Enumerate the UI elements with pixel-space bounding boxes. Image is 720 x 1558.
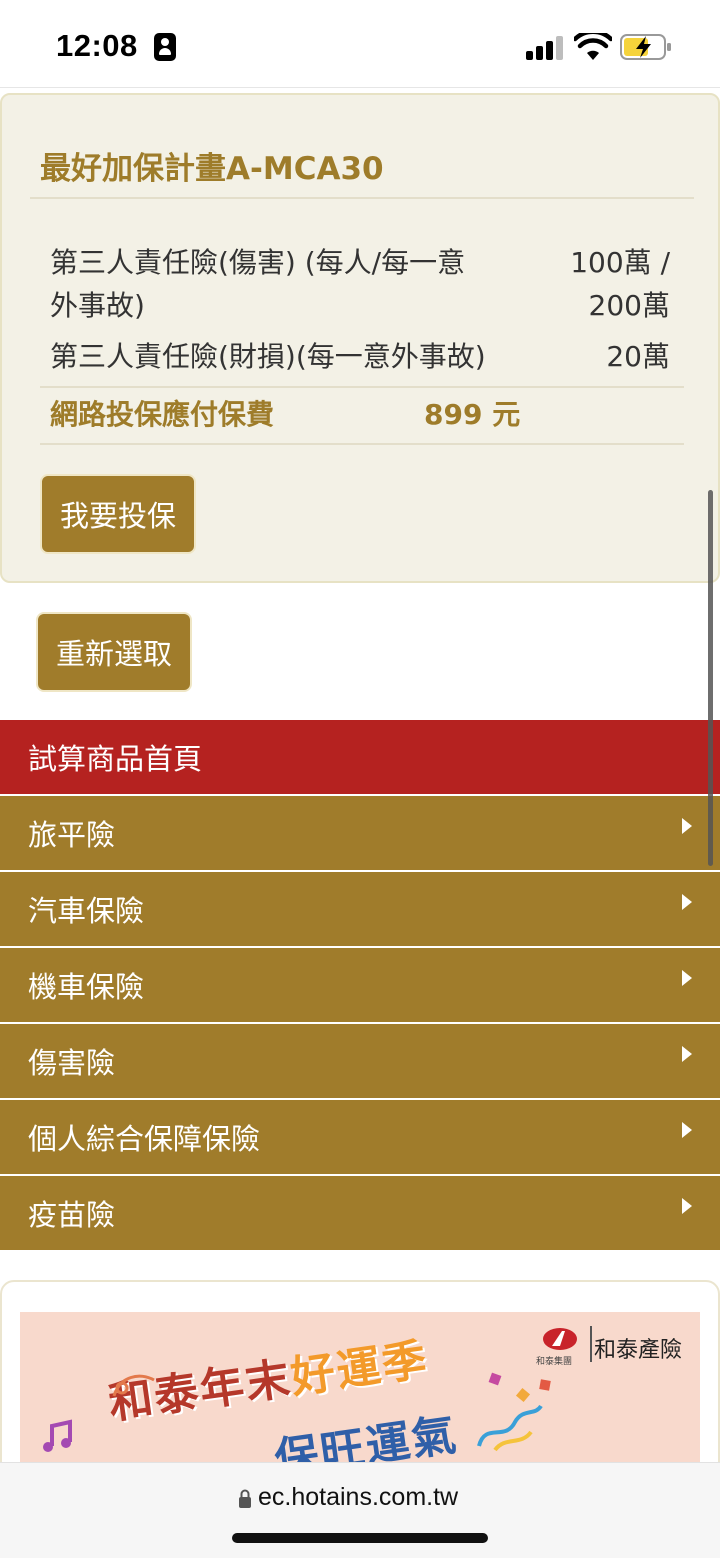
nav-item-label: 試算商品首頁 xyxy=(28,742,203,776)
nav-item-label: 個人綜合保障保險 xyxy=(28,1122,261,1156)
nav-item-accident[interactable]: 傷害險 xyxy=(0,1024,720,1100)
nav-item-label: 傷害險 xyxy=(28,1046,116,1080)
chevron-right-icon xyxy=(682,1122,692,1138)
nav-item-label: 疫苗險 xyxy=(28,1198,116,1232)
nav-item-vaccine[interactable]: 疫苗險 xyxy=(0,1176,720,1252)
brand-logo-icon xyxy=(543,1328,577,1350)
nav-item-travel[interactable]: 旅平險 xyxy=(0,796,720,872)
reselect-button[interactable]: 重新選取 xyxy=(36,612,192,692)
apply-button[interactable]: 我要投保 xyxy=(40,474,196,554)
nav-item-car[interactable]: 汽車保險 xyxy=(0,872,720,948)
music-note-icon xyxy=(43,1419,72,1452)
coverage-name-line: 第三人責任險(傷害) (每人/每一意 xyxy=(50,246,466,279)
promo-subline: 保旺運氣 xyxy=(271,1409,461,1472)
nav-item-personal[interactable]: 個人綜合保障保險 xyxy=(0,1100,720,1176)
coverage-name-line: 第三人責任險(財損)(每一意外事故) xyxy=(50,340,486,373)
plan-title: 最好加保計畫A-MCA30 xyxy=(40,151,384,187)
chevron-right-icon xyxy=(682,894,692,910)
chevron-right-icon xyxy=(682,1198,692,1214)
screen: 12:08 最好加保計畫A-MCA30 第三人責任險(傷害) (每人/每一意 外… xyxy=(0,0,720,1558)
confetti-icon xyxy=(488,1372,502,1386)
browser-url-bar[interactable]: ec.hotains.com.tw xyxy=(0,1462,720,1558)
cellular-signal-icon xyxy=(526,36,564,60)
battery-charging-icon xyxy=(620,34,671,60)
status-bar: 12:08 xyxy=(0,0,720,88)
confetti-icon xyxy=(539,1379,551,1391)
chevron-right-icon xyxy=(682,970,692,986)
divider xyxy=(40,386,684,388)
nav-item-home[interactable]: 試算商品首頁 xyxy=(0,720,720,796)
nav-item-motorcycle[interactable]: 機車保險 xyxy=(0,948,720,1024)
product-nav: 試算商品首頁 旅平險 汽車保險 機車保險 傷害險 個人綜合保障保險 疫苗險 xyxy=(0,720,720,1252)
coverage-value-line: 200萬 xyxy=(588,289,670,322)
person-badge-icon xyxy=(154,33,176,61)
ribbon-decoration-icon xyxy=(477,1404,543,1452)
promo-banner[interactable]: 和泰集團 和泰產險 和泰年末好運季 保旺運氣 xyxy=(20,1312,700,1472)
divider xyxy=(40,443,684,445)
promo-headline-highlight: 好運季 xyxy=(287,1334,432,1404)
coverage-value-line: 100萬 / xyxy=(570,246,670,279)
nav-item-label: 機車保險 xyxy=(28,970,145,1004)
divider xyxy=(590,1326,592,1362)
nav-item-label: 汽車保險 xyxy=(28,894,145,928)
nav-item-label: 旅平險 xyxy=(28,818,116,852)
chevron-right-icon xyxy=(682,818,692,834)
brand-group-label: 和泰集團 xyxy=(536,1357,573,1367)
lock-icon xyxy=(239,1489,251,1508)
wifi-icon xyxy=(574,33,612,60)
divider xyxy=(30,197,694,199)
coverage-name-line: 外事故) xyxy=(50,289,145,322)
swirl-decoration-icon xyxy=(112,1374,155,1397)
home-indicator xyxy=(232,1533,488,1543)
plan-card: 最好加保計畫A-MCA30 第三人責任險(傷害) (每人/每一意 外事故) 10… xyxy=(0,93,720,583)
coverage-value-line: 20萬 xyxy=(606,340,670,373)
scrollbar[interactable] xyxy=(708,490,713,866)
confetti-icon xyxy=(515,1387,531,1403)
chevron-right-icon xyxy=(682,1046,692,1062)
brand-name: 和泰產險 xyxy=(594,1338,683,1363)
premium-label: 網路投保應付保費 xyxy=(50,398,275,431)
premium-value: 899 元 xyxy=(424,398,521,431)
url-text: ec.hotains.com.tw xyxy=(258,1483,459,1511)
status-time: 12:08 xyxy=(56,28,138,63)
